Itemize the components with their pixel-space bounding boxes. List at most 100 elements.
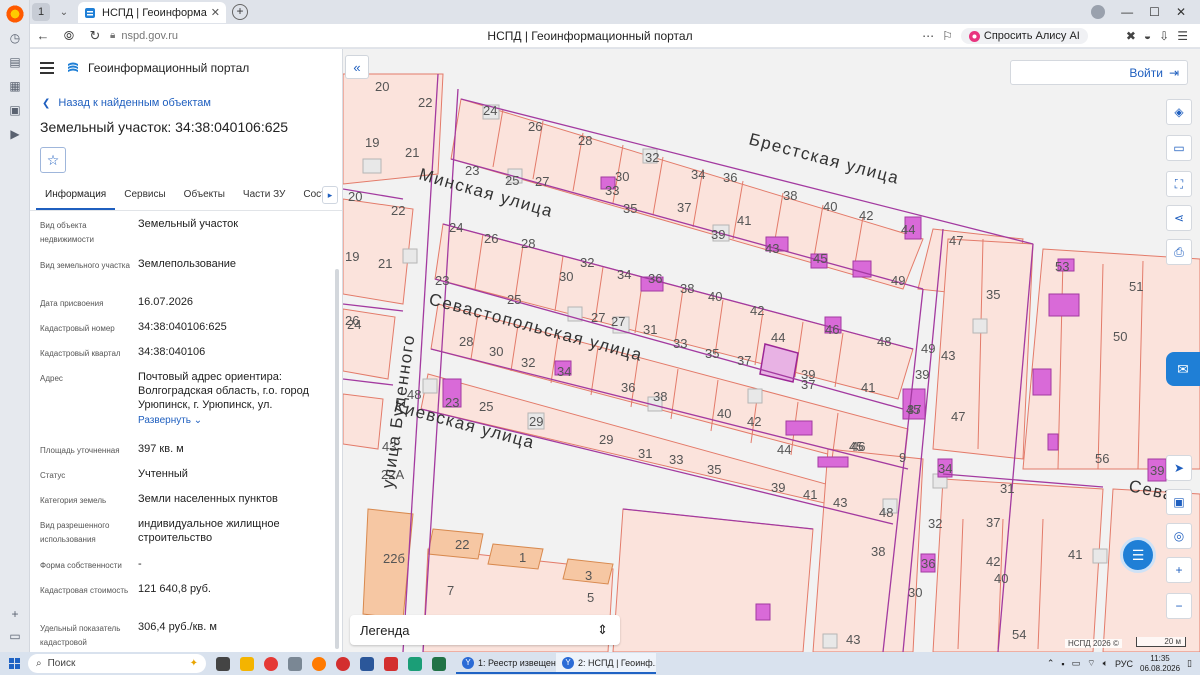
extension-icon[interactable]: ✖ xyxy=(1126,29,1136,43)
cadastral-map[interactable]: 20 22 19 21 24 26 28 23 25 27 30 32 33 3… xyxy=(343,49,1200,652)
new-tab-button[interactable]: + xyxy=(232,4,248,20)
login-button[interactable]: Войти ⇥ xyxy=(1010,60,1188,85)
basemap-button[interactable]: ▣ xyxy=(1166,489,1192,515)
back-arrow-icon[interactable]: ← xyxy=(30,24,56,48)
file-explorer-icon[interactable] xyxy=(240,656,254,671)
taskbar-window-1[interactable]: Y 1: Реестр извещен... xyxy=(456,653,556,674)
tab-objects[interactable]: Объекты xyxy=(175,181,234,210)
pdf-icon[interactable] xyxy=(384,656,398,671)
favorite-star-button[interactable]: ☆ xyxy=(40,147,66,173)
url-field[interactable]: 🔒︎ nspd.gov.ru xyxy=(110,30,430,42)
hamburger-menu-icon[interactable] xyxy=(40,62,54,74)
network-icon[interactable]: ▭ xyxy=(1072,658,1081,669)
firefox-icon[interactable] xyxy=(312,656,326,671)
collapse-panel-button[interactable]: « xyxy=(345,55,369,79)
tab-title: НСПД | Геоинформац xyxy=(102,6,207,19)
attr-key: Площадь уточненная xyxy=(40,446,120,455)
bookmarks-icon[interactable]: ▦ xyxy=(5,76,25,96)
attr-value: 121 640,8 руб. xyxy=(138,583,211,595)
add-panel-icon[interactable]: + xyxy=(5,604,25,624)
zoom-in-button[interactable]: + xyxy=(1166,557,1192,583)
more-icon[interactable]: ⋯ xyxy=(922,29,934,43)
close-window-button[interactable]: ✕ xyxy=(1176,5,1186,19)
browser-logo-icon[interactable] xyxy=(5,4,25,24)
attr-key: Форма собственности xyxy=(40,561,122,570)
layout-icon[interactable]: ▭ xyxy=(5,626,25,646)
parcel-number: 33 xyxy=(669,452,683,467)
app-green-icon[interactable] xyxy=(408,656,422,671)
layers-button[interactable]: ◈ xyxy=(1166,99,1192,125)
history-icon[interactable]: ◷ xyxy=(5,28,25,48)
downloads-icon[interactable]: ⇩ xyxy=(1159,29,1169,43)
attr-key: Кадастровый номер xyxy=(40,324,115,333)
reload-icon[interactable]: ↻ xyxy=(82,24,108,48)
yandex-browser-icon[interactable] xyxy=(264,656,278,671)
parcel-number: 56 xyxy=(1095,451,1109,466)
tab-close-icon[interactable]: ✕ xyxy=(211,6,220,19)
measure-button[interactable]: ▭ xyxy=(1166,135,1192,161)
reader-icon[interactable]: ⦾ xyxy=(56,24,82,48)
chevron-down-icon[interactable]: ⌄ xyxy=(55,3,73,21)
portal-name: Геоинформационный портал xyxy=(88,61,250,75)
browser-tab[interactable]: НСПД | Геоинформац ✕ xyxy=(78,2,226,23)
expand-address-link[interactable]: Развернуть ⌄ xyxy=(138,414,332,428)
panel-scrollbar[interactable] xyxy=(335,269,339,649)
parcel-number: 36 xyxy=(648,271,662,286)
clock[interactable]: 11:35 06.08.2026 xyxy=(1140,654,1180,674)
parcel-number: 35 xyxy=(707,462,721,477)
tab-parts[interactable]: Части ЗУ xyxy=(234,181,294,210)
parcel-number: 36 xyxy=(921,556,935,571)
tab-info[interactable]: Информация xyxy=(36,181,116,210)
ask-alice-button[interactable]: Спросить Алису AI xyxy=(960,28,1088,44)
maximize-button[interactable]: ☐ xyxy=(1149,5,1160,19)
tray-app-icon[interactable]: ▪ xyxy=(1061,659,1064,669)
parcel-number: 37 xyxy=(907,402,921,417)
back-to-results-link[interactable]: ❮ Назад к найденным объектам xyxy=(30,93,342,113)
start-button[interactable] xyxy=(0,652,28,675)
geolocation-button[interactable]: ◎ xyxy=(1166,523,1192,549)
parcel-number: 26 xyxy=(484,231,498,246)
panel-3-icon[interactable]: ▣ xyxy=(5,100,25,120)
minimize-button[interactable]: — xyxy=(1121,5,1133,19)
menu-icon[interactable]: ☰ xyxy=(1177,29,1188,43)
zoom-out-button[interactable]: − xyxy=(1166,593,1192,619)
parcel-number: 31 xyxy=(643,322,657,337)
taskbar-window-2[interactable]: Y 2: НСПД | Геоинф... xyxy=(556,653,656,674)
profile-avatar[interactable] xyxy=(1091,5,1106,19)
notes-icon[interactable]: ▤ xyxy=(5,52,25,72)
tab-counter[interactable]: 1 xyxy=(32,3,50,21)
parcel-number: 31 xyxy=(1000,481,1014,496)
wifi-icon[interactable]: ⌔ xyxy=(1087,658,1095,669)
parcel-number: 23 xyxy=(445,395,459,410)
parcel-number: 39 xyxy=(1150,463,1164,478)
locate-button[interactable]: ➤ xyxy=(1166,455,1192,481)
word-icon[interactable] xyxy=(360,656,374,671)
parcel-number: 34 xyxy=(557,364,571,379)
chat-button[interactable]: ☰ xyxy=(1120,537,1156,573)
street-label: Брестская улица xyxy=(747,130,902,188)
app-c-icon[interactable] xyxy=(336,656,350,671)
media-icon[interactable]: ▶ xyxy=(5,124,25,144)
task-view-icon[interactable] xyxy=(216,656,230,671)
app-icon[interactable] xyxy=(288,656,302,671)
protect-icon[interactable]: ◒ xyxy=(1144,29,1151,43)
tabs-scroll-right-icon[interactable]: ▸ xyxy=(322,186,338,204)
parcel-number: 44 xyxy=(777,442,791,457)
legend-dropdown[interactable]: Легенда ⇕ xyxy=(350,615,620,645)
share-button[interactable]: ⋖ xyxy=(1166,205,1192,231)
tray-chevron-icon[interactable]: ⌃ xyxy=(1047,658,1055,669)
bookmark-icon[interactable]: ⚐ xyxy=(942,29,953,43)
select-area-button[interactable]: ⛶ xyxy=(1166,171,1192,197)
taskbar-search[interactable]: ⌕ Поиск ✦ xyxy=(28,654,206,673)
orange-parcel xyxy=(487,543,544,570)
yandex-icon: Y xyxy=(462,656,474,669)
tab-services[interactable]: Сервисы xyxy=(115,181,174,210)
print-button[interactable]: ⎙ xyxy=(1166,239,1192,265)
clock-time: 11:35 xyxy=(1150,653,1170,663)
excel-icon[interactable] xyxy=(432,656,446,671)
basemap-icon: ▣ xyxy=(1173,495,1185,509)
notifications-icon[interactable]: ▯ xyxy=(1187,658,1192,669)
volume-icon[interactable]: 🔈︎ xyxy=(1103,658,1108,669)
help-button[interactable]: ✉ xyxy=(1166,352,1200,386)
language-indicator[interactable]: РУС xyxy=(1115,659,1133,669)
